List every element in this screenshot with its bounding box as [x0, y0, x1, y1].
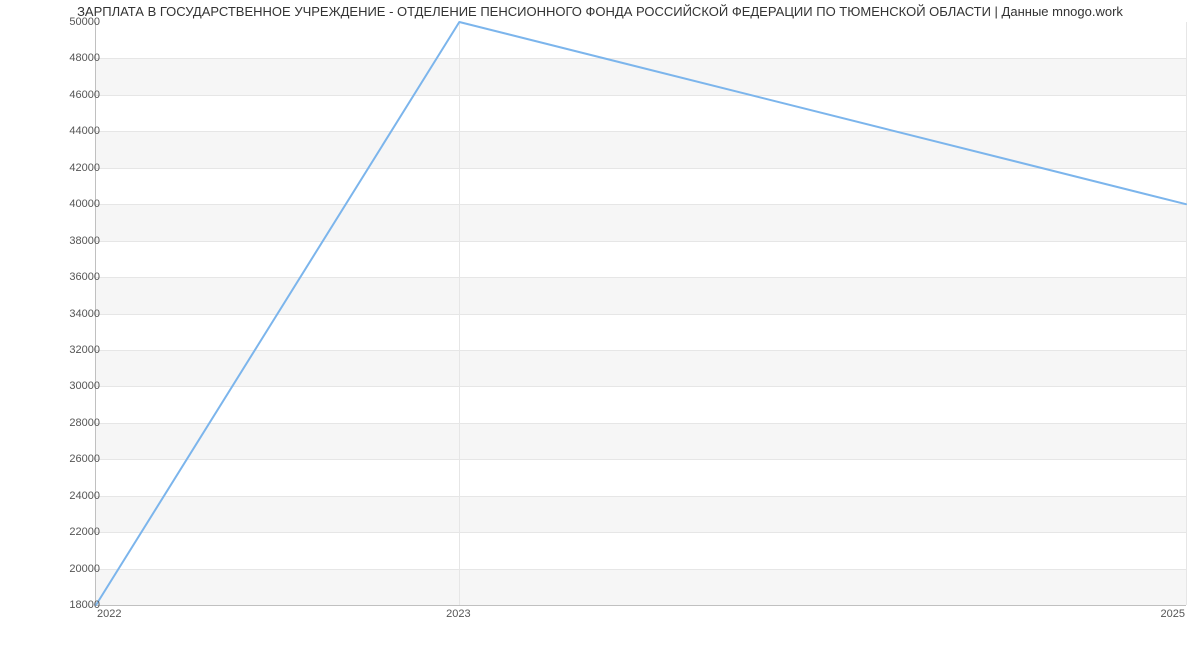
grid-line-v	[1186, 22, 1187, 605]
y-tick-label: 48000	[12, 52, 100, 64]
y-tick-label: 34000	[12, 308, 100, 320]
y-tick-label: 24000	[12, 490, 100, 502]
y-tick-label: 20000	[12, 563, 100, 575]
x-tick-label: 2022	[97, 608, 121, 620]
y-tick-label: 40000	[12, 198, 100, 210]
y-tick-label: 26000	[12, 453, 100, 465]
y-tick-label: 44000	[12, 125, 100, 137]
y-tick-label: 42000	[12, 162, 100, 174]
chart-title: ЗАРПЛАТА В ГОСУДАРСТВЕННОЕ УЧРЕЖДЕНИЕ - …	[0, 4, 1200, 19]
y-tick-label: 28000	[12, 417, 100, 429]
y-tick-label: 18000	[12, 599, 100, 611]
y-tick-label: 30000	[12, 380, 100, 392]
y-tick-label: 46000	[12, 89, 100, 101]
x-tick-label: 2023	[446, 608, 470, 620]
y-tick-label: 50000	[12, 16, 100, 28]
series-line	[96, 22, 1186, 605]
line-layer	[96, 22, 1186, 605]
y-tick-label: 22000	[12, 526, 100, 538]
y-tick-label: 32000	[12, 344, 100, 356]
y-tick-label: 36000	[12, 271, 100, 283]
y-tick-label: 38000	[12, 235, 100, 247]
plot-area	[95, 22, 1186, 606]
x-tick-label: 2025	[1161, 608, 1185, 620]
